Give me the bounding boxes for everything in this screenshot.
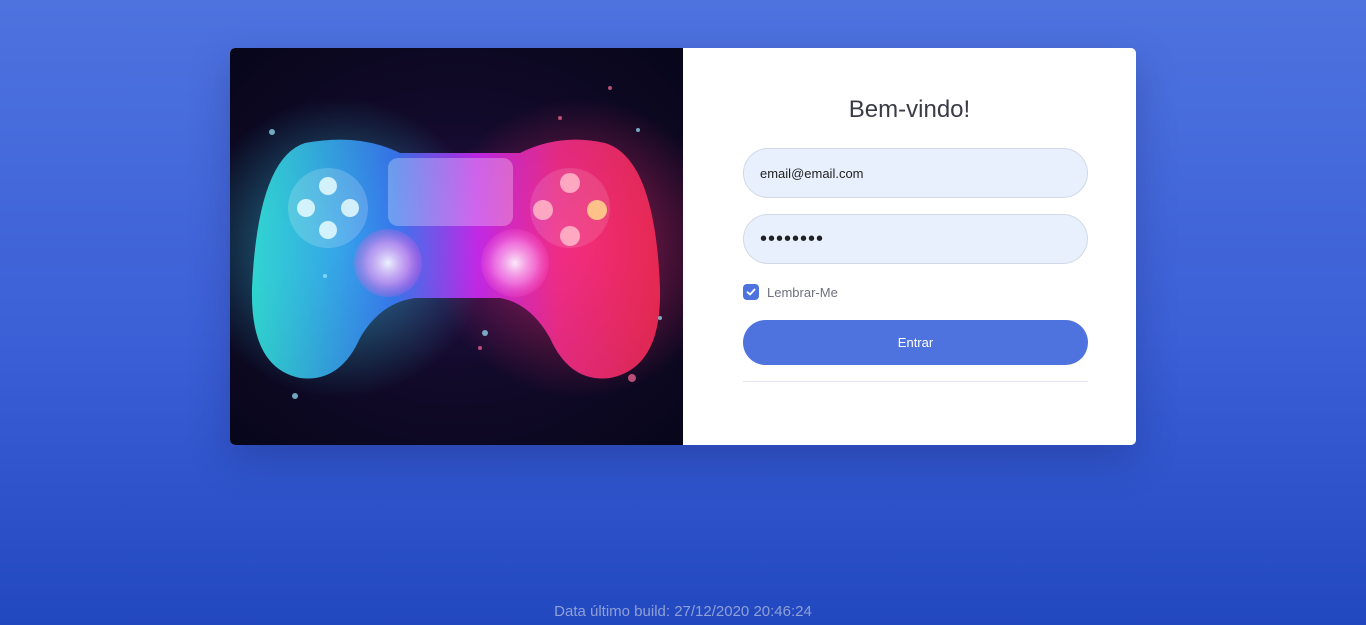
- check-icon: [746, 288, 756, 296]
- remember-label: Lembrar-Me: [767, 284, 838, 300]
- login-button[interactable]: Entrar: [743, 320, 1088, 365]
- build-info: Data último build: 27/12/2020 20:46:24: [554, 603, 812, 620]
- remember-me[interactable]: Lembrar-Me: [743, 284, 838, 300]
- login-card: Bem-vindo! Lembrar-Me Entrar: [230, 48, 1136, 445]
- password-field[interactable]: [743, 214, 1088, 264]
- remember-checkbox[interactable]: [743, 284, 759, 300]
- email-field[interactable]: [743, 148, 1088, 198]
- divider: [743, 381, 1088, 382]
- gamepad-icon: [230, 86, 683, 399]
- page-title: Bem-vindo!: [848, 96, 971, 123]
- gamepad-illustration: [230, 48, 683, 445]
- login-form: Bem-vindo! Lembrar-Me Entrar: [683, 48, 1136, 445]
